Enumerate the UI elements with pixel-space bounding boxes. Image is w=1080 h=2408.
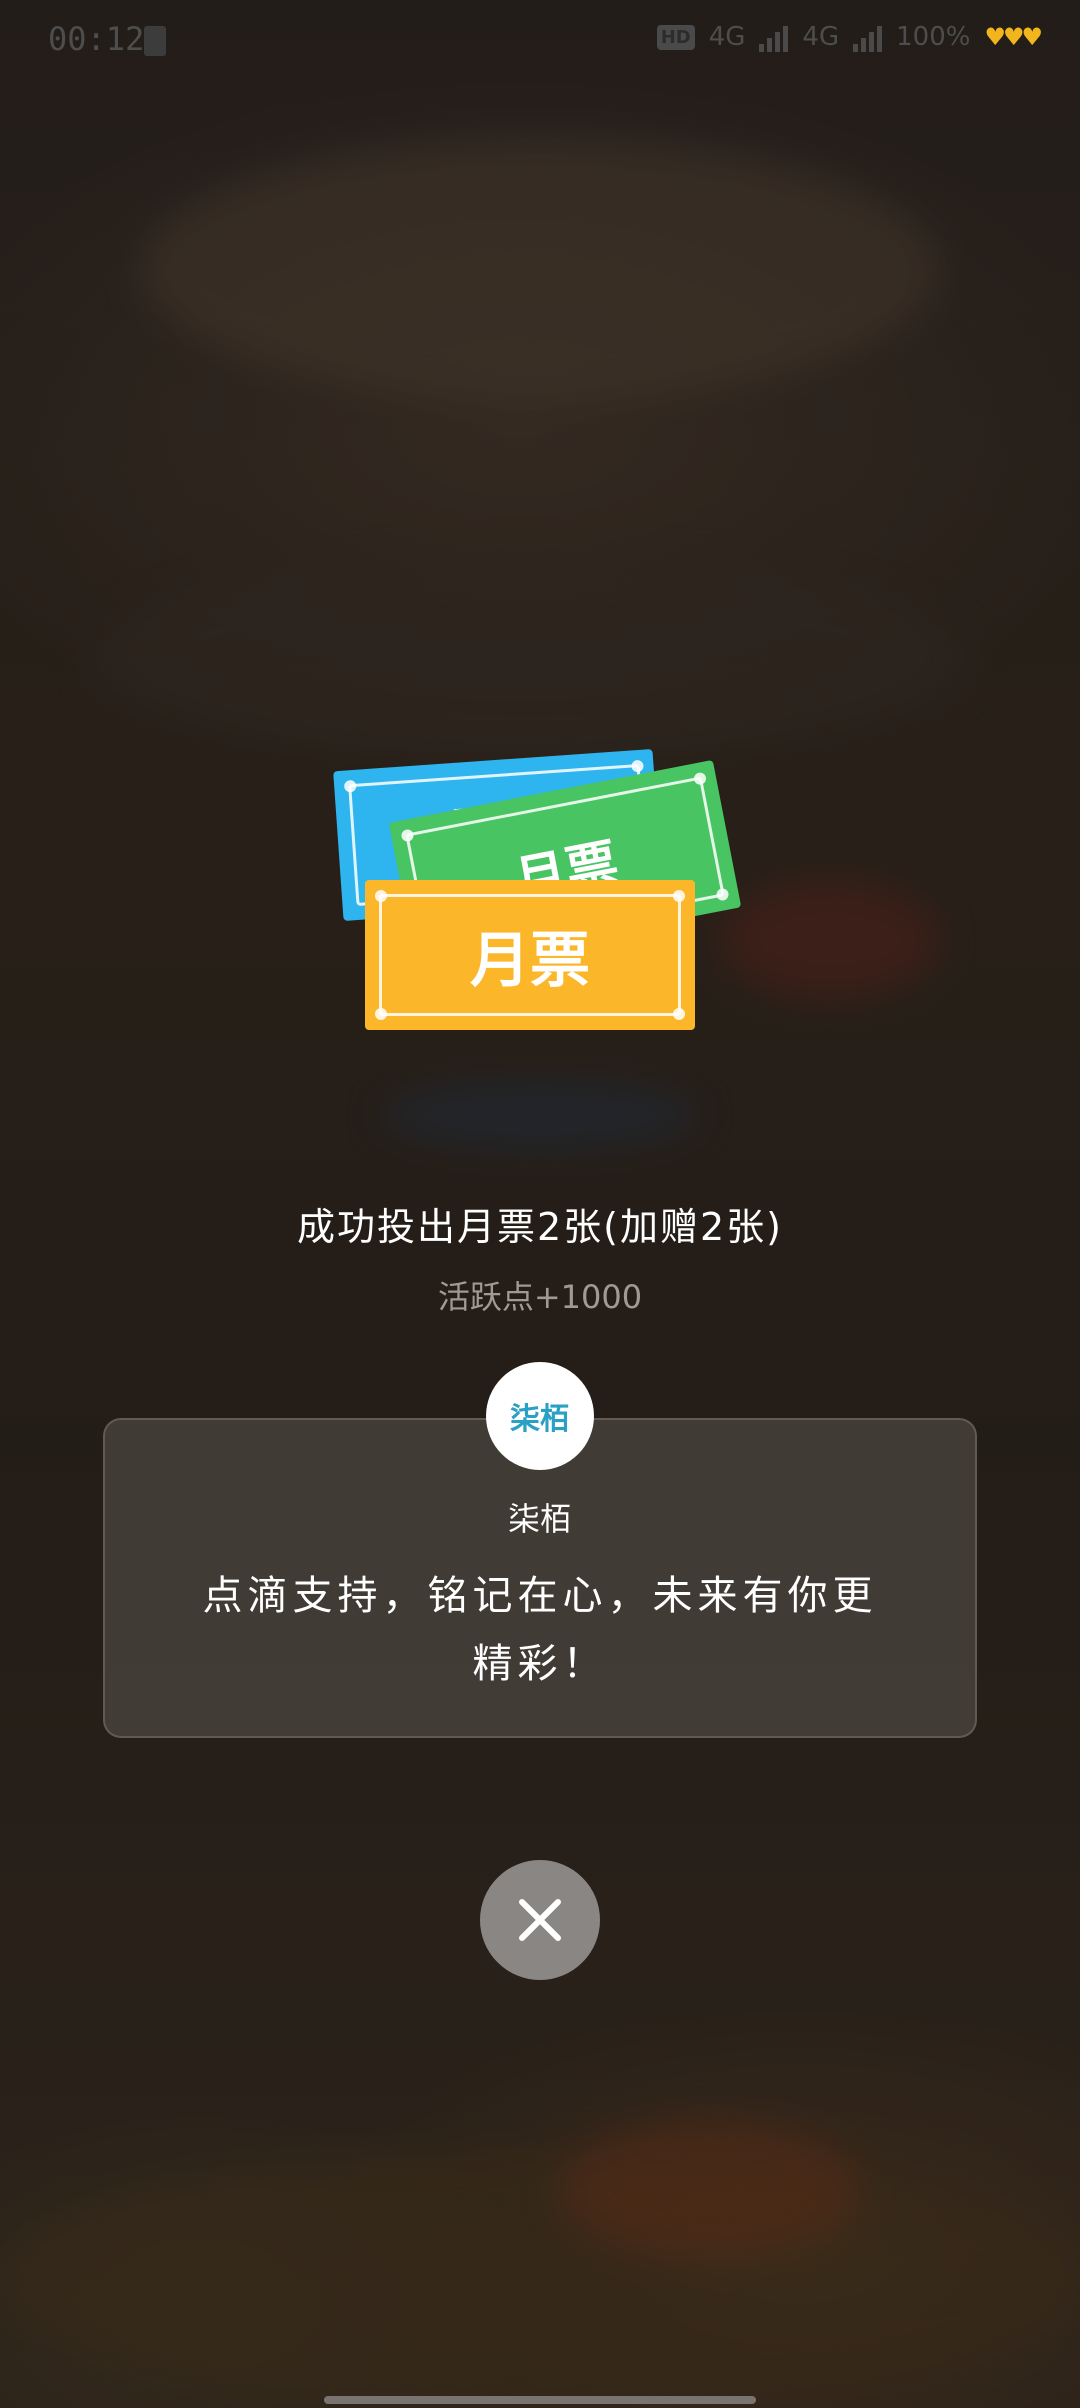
author-avatar: 柒栢 [486, 1362, 594, 1470]
status-indicators: HD 4G 4G 100% ♥♥♥ [656, 22, 1043, 52]
ticket-yellow: 月票 [365, 880, 695, 1030]
battery-percent: 100% [896, 22, 971, 52]
monthly-ticket-illustration: 月票 月票 月票 [330, 720, 750, 1040]
status-time: 00:12 [48, 20, 145, 58]
shield-check-icon [144, 26, 166, 56]
network-label-1: 4G [708, 22, 746, 52]
vote-success-title: 成功投出月票2张(加赠2张) [296, 1205, 783, 1249]
hd-badge: HD [656, 24, 695, 50]
home-indicator[interactable] [324, 2396, 756, 2404]
close-icon [519, 1899, 561, 1941]
author-name: 柒栢 [507, 1500, 572, 1538]
network-label-2: 4G [802, 22, 840, 52]
activity-points: 活跃点+1000 [437, 1278, 643, 1316]
signal-icon [759, 22, 789, 52]
author-message: 点滴支持，铭记在心，未来有你更精彩！ [202, 1573, 878, 1687]
status-bar: 00:12 HD 4G 4G 100% ♥♥♥ [0, 0, 1080, 84]
close-button[interactable] [480, 1860, 600, 1980]
signal-icon-2 [853, 22, 883, 52]
heart-icon: ♥♥♥ [984, 23, 1043, 51]
